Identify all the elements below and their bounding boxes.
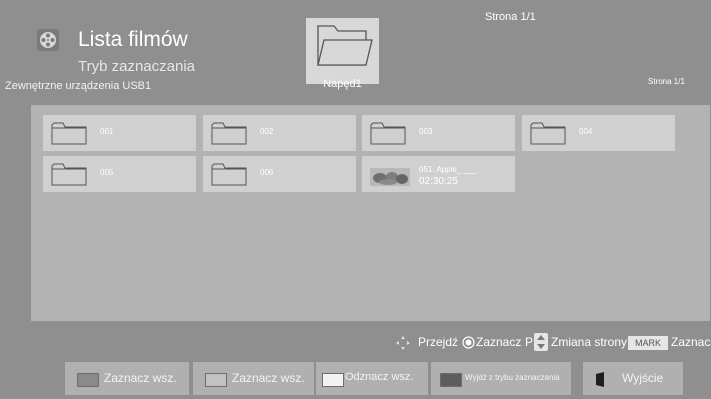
exit-select-mode-label: Wyjdź z trybu zaznaczania	[465, 373, 560, 382]
folder-icon	[211, 122, 247, 145]
folder-icon	[211, 163, 247, 186]
folder-item[interactable]: 002	[203, 115, 356, 151]
film-reel-icon	[37, 29, 59, 51]
mode-title: Tryb zaznaczania	[78, 58, 195, 75]
drive-label: Napęd1	[323, 78, 362, 90]
page-up-down-icon	[534, 333, 548, 351]
page-indicator-right: Strona 1/1	[648, 77, 685, 86]
navigate-arrows-icon	[396, 336, 410, 350]
deselect-all-button[interactable]: Odznacz wsz.	[316, 362, 428, 395]
folder-label: 006	[260, 168, 274, 177]
folder-label: 001	[100, 127, 114, 136]
deselect-all-label: Odznacz wsz.	[345, 371, 414, 383]
folder-item[interactable]: 006	[203, 156, 356, 192]
folder-icon	[370, 122, 406, 145]
blue-key-icon	[440, 373, 462, 387]
help-page-prefix: P	[525, 335, 534, 349]
folder-item[interactable]: 003	[362, 115, 515, 151]
select-all-green-button[interactable]: Zaznacz wsz.	[193, 362, 314, 395]
video-thumbnail-icon	[370, 168, 410, 186]
select-all-green-label: Zaznacz wsz.	[232, 371, 305, 385]
folder-icon	[51, 163, 87, 186]
folder-label: 005	[100, 168, 114, 177]
folder-item[interactable]: 001	[43, 115, 196, 151]
exit-label: Wyjście	[622, 371, 664, 385]
folder-icon	[530, 122, 566, 145]
source-label: Zewnętrzne urządzenia USB1	[5, 80, 152, 92]
select-all-red-label: Zaznacz wsz.	[104, 371, 177, 385]
green-key-icon	[205, 373, 227, 387]
folder-label: 004	[579, 127, 593, 136]
exit-door-icon	[596, 372, 604, 387]
file-grid-panel: 001 002 003 004 005 006 051. Apple_ ___ …	[31, 105, 710, 321]
drive-selector[interactable]	[306, 18, 379, 84]
exit-button[interactable]: Wyjście	[583, 362, 683, 395]
select-all-red-button[interactable]: Zaznacz wsz.	[65, 362, 189, 395]
app-title: Lista filmów	[78, 28, 188, 51]
exit-select-mode-button[interactable]: Wyjdź z trybu zaznaczania	[431, 362, 571, 395]
folder-label: 002	[260, 127, 274, 136]
help-move: Przejdź	[418, 335, 459, 349]
red-key-icon	[77, 373, 99, 387]
video-title: 051. Apple_ ___	[419, 165, 477, 174]
drive-folder-icon	[317, 25, 373, 66]
help-change-page: Zmiana strony	[551, 335, 628, 349]
folder-item[interactable]: 004	[522, 115, 675, 151]
folder-item[interactable]: 005	[43, 156, 196, 192]
help-select: Zaznacz	[476, 335, 522, 349]
video-duration: 02:30:25	[419, 176, 458, 187]
page-indicator-top: Strona 1/1	[485, 11, 536, 23]
help-mark-label: Zaznacz	[671, 335, 711, 349]
video-item[interactable]: 051. Apple_ ___ 02:30:25	[362, 156, 515, 192]
yellow-key-icon	[322, 373, 344, 387]
folder-label: 003	[419, 127, 433, 136]
ok-button-icon	[462, 336, 475, 349]
mark-key-badge: MARK	[628, 336, 668, 350]
folder-icon	[51, 122, 87, 145]
